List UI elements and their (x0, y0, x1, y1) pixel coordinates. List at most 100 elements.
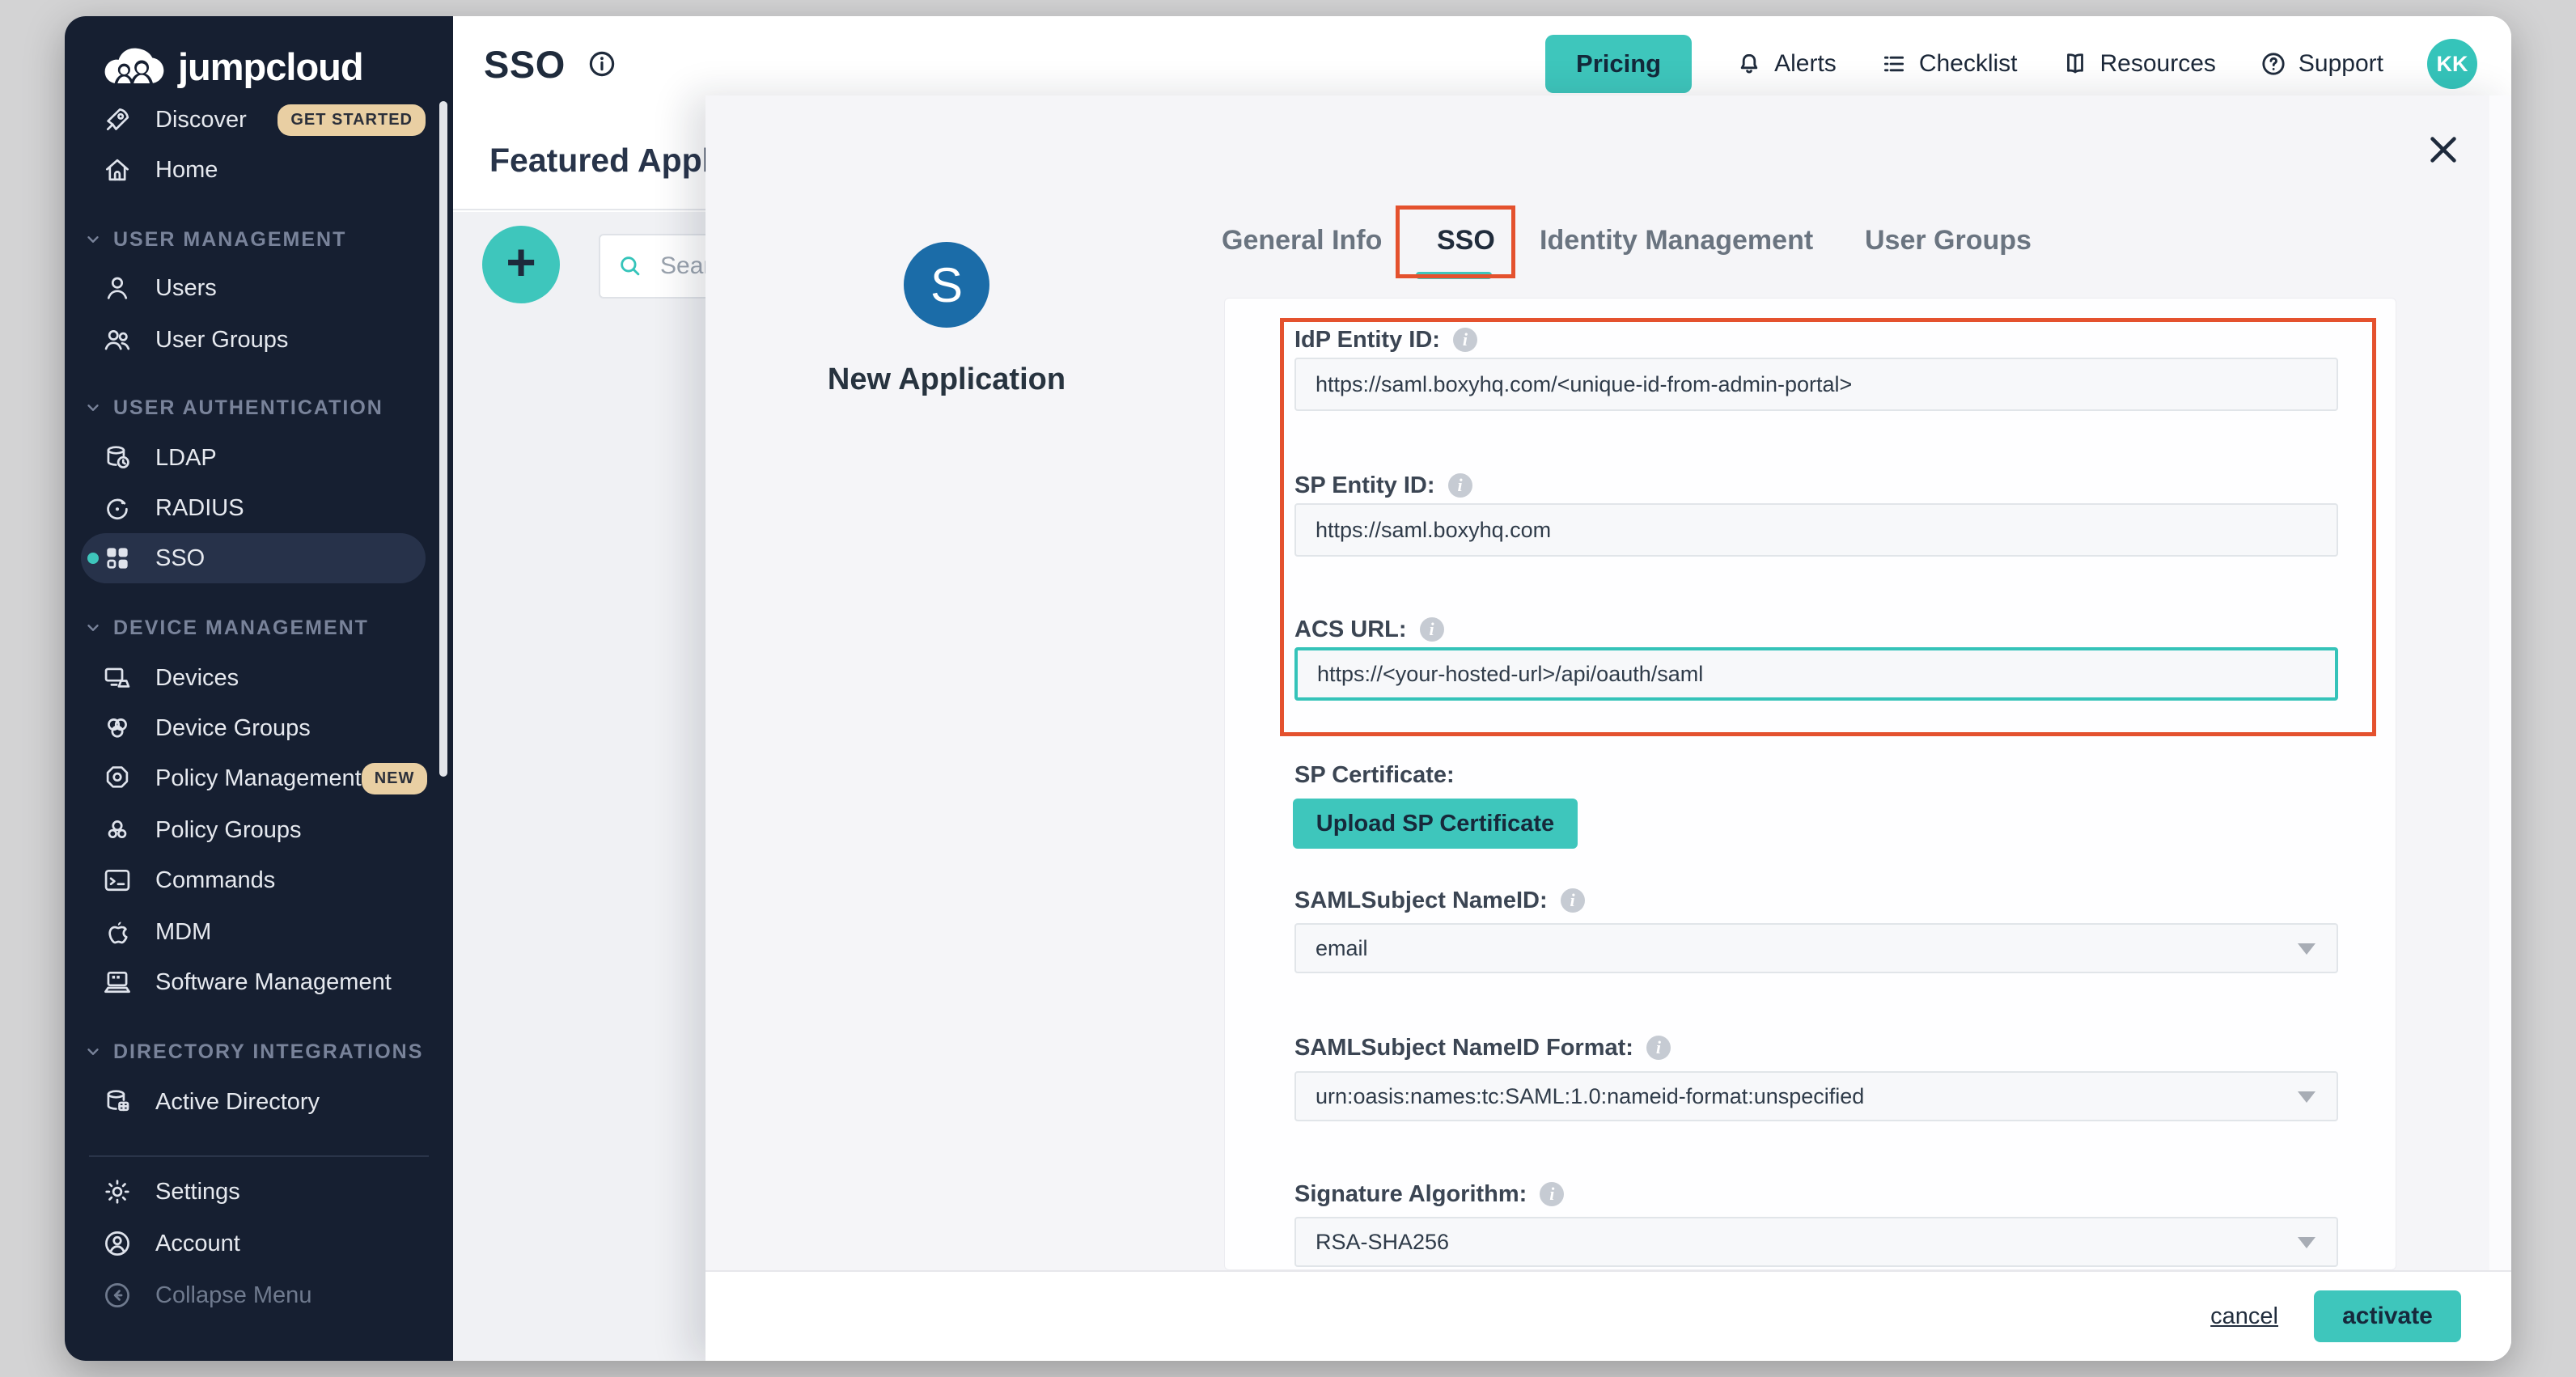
signature-algorithm-select[interactable]: RSA-SHA256 (1294, 1217, 2338, 1267)
user-avatar[interactable]: KK (2427, 39, 2477, 89)
alerts-label: Alerts (1774, 50, 1837, 78)
sidebar-item-settings[interactable]: Settings (81, 1167, 426, 1217)
sidebar-item-user-groups[interactable]: User Groups (81, 315, 426, 365)
sidebar-item-policy-management[interactable]: Policy Management NEW (81, 753, 426, 803)
sidebar-section-directory-integrations[interactable]: DIRECTORY INTEGRATIONS (84, 1032, 423, 1071)
info-icon[interactable]: i (1646, 1036, 1671, 1060)
saml-subject-nameid-format-select[interactable]: urn:oasis:names:tc:SAML:1.0:nameid-forma… (1294, 1071, 2338, 1121)
cancel-button[interactable]: cancel (2210, 1303, 2278, 1330)
support-label: Support (2298, 50, 2383, 78)
tab-identity-management[interactable]: Identity Management (1540, 222, 1813, 258)
sidebar-section-user-authentication[interactable]: USER AUTHENTICATION (84, 388, 383, 427)
upload-sp-certificate-button[interactable]: Upload SP Certificate (1293, 799, 1578, 849)
checklist-button[interactable]: Checklist (1880, 50, 2018, 78)
sidebar-section-label: USER MANAGEMENT (113, 228, 346, 252)
jumpcloud-logo-icon (100, 44, 168, 89)
rocket-icon (102, 104, 133, 135)
field-label: SP Entity ID: (1294, 472, 1435, 499)
account-icon (102, 1228, 133, 1259)
brand[interactable]: jumpcloud (100, 44, 363, 89)
info-icon[interactable]: i (1561, 888, 1585, 913)
sidebar-item-radius[interactable]: RADIUS (81, 483, 426, 533)
application-avatar: S (904, 242, 989, 328)
software-management-icon (102, 967, 133, 998)
activate-button[interactable]: activate (2314, 1290, 2461, 1342)
support-button[interactable]: Support (2260, 50, 2383, 78)
sidebar-item-label: User Groups (155, 327, 288, 354)
sidebar-item-label: Devices (155, 665, 239, 692)
acs-url-input[interactable] (1294, 647, 2338, 701)
sidebar-item-policy-groups[interactable]: Policy Groups (81, 805, 426, 855)
drawer-scrollbar[interactable] (2489, 95, 2511, 1361)
sidebar-item-label: Account (155, 1231, 240, 1257)
bell-icon (1735, 50, 1763, 78)
tab-general-info[interactable]: General Info (1222, 222, 1382, 258)
sidebar-section-label: USER AUTHENTICATION (113, 396, 383, 420)
sidebar-item-label: Home (155, 157, 218, 184)
sidebar-item-label: Device Groups (155, 715, 311, 742)
policy-groups-icon (102, 815, 133, 845)
idp-entity-id-label-row: IdP Entity ID: i (1294, 325, 1477, 354)
add-application-button[interactable]: + (482, 226, 560, 303)
idp-entity-id-input[interactable] (1294, 358, 2338, 411)
tab-sso[interactable]: SSO (1437, 222, 1495, 258)
application-config-drawer: S New Application General Info SSO Ident… (705, 95, 2511, 1361)
close-icon[interactable] (2425, 131, 2462, 168)
active-indicator-dot (87, 553, 99, 564)
sidebar-scrollbar[interactable] (439, 101, 447, 777)
chevron-down-icon (84, 399, 102, 417)
field-label: ACS URL: (1294, 616, 1407, 643)
field-label: SP Certificate: (1294, 762, 1455, 789)
caret-down-icon (2298, 1237, 2315, 1248)
sidebar-item-discover[interactable]: Discover GET STARTED (81, 95, 426, 145)
sidebar-item-label: LDAP (155, 445, 217, 472)
info-icon[interactable] (587, 49, 617, 79)
sidebar-item-devices[interactable]: Devices (81, 653, 426, 703)
drawer-footer: cancel activate (705, 1270, 2511, 1361)
sidebar-item-collapse-menu[interactable]: Collapse Menu (81, 1270, 426, 1320)
sidebar: jumpcloud Discover GET STARTED Home USER… (65, 16, 453, 1361)
info-icon[interactable]: i (1448, 473, 1472, 498)
sidebar-item-software-management[interactable]: Software Management (81, 957, 426, 1007)
info-icon[interactable]: i (1420, 617, 1444, 642)
sidebar-item-users[interactable]: Users (81, 263, 426, 313)
devices-icon (102, 663, 133, 693)
field-label: SAMLSubject NameID Format: (1294, 1035, 1633, 1061)
sidebar-item-ldap[interactable]: LDAP (81, 433, 426, 483)
pricing-button[interactable]: Pricing (1545, 35, 1692, 93)
sidebar-item-account[interactable]: Account (81, 1218, 426, 1269)
sp-entity-id-input[interactable] (1294, 503, 2338, 557)
sidebar-section-label: DEVICE MANAGEMENT (113, 616, 369, 640)
application-name: New Application (769, 362, 1125, 397)
screen: jumpcloud Discover GET STARTED Home USER… (0, 0, 2576, 1377)
sidebar-item-active-directory[interactable]: Active Directory (81, 1077, 426, 1127)
info-icon[interactable]: i (1540, 1182, 1564, 1206)
active-tab-underline (1416, 272, 1492, 279)
alerts-button[interactable]: Alerts (1735, 50, 1837, 78)
sidebar-item-label: Commands (155, 867, 275, 894)
sidebar-item-label: Settings (155, 1179, 240, 1205)
resources-button[interactable]: Resources (2061, 50, 2216, 78)
sidebar-section-user-management[interactable]: USER MANAGEMENT (84, 220, 346, 259)
sidebar-item-mdm[interactable]: MDM (81, 907, 426, 957)
sidebar-item-home[interactable]: Home (81, 145, 426, 195)
field-label: IdP Entity ID: (1294, 327, 1440, 354)
sidebar-section-device-management[interactable]: DEVICE MANAGEMENT (84, 608, 369, 647)
saml-subject-nameid-select[interactable]: email (1294, 923, 2338, 973)
signature-algorithm-label-row: Signature Algorithm: i (1294, 1180, 1564, 1209)
user-icon (102, 273, 133, 303)
info-icon[interactable]: i (1453, 328, 1477, 352)
sidebar-item-label: Users (155, 275, 217, 302)
device-groups-venn-icon (102, 713, 133, 744)
sidebar-item-label: Policy Groups (155, 817, 302, 844)
sidebar-item-label: Collapse Menu (155, 1282, 311, 1309)
sidebar-item-sso[interactable]: SSO (81, 533, 426, 583)
sidebar-item-device-groups[interactable]: Device Groups (81, 703, 426, 753)
help-circle-icon (2260, 50, 2287, 78)
chevron-down-icon (84, 1043, 102, 1061)
checklist-label: Checklist (1919, 50, 2018, 78)
sidebar-item-commands[interactable]: Commands (81, 855, 426, 905)
apple-icon (102, 917, 133, 947)
user-group-icon (102, 324, 133, 355)
tab-user-groups[interactable]: User Groups (1865, 222, 2032, 258)
